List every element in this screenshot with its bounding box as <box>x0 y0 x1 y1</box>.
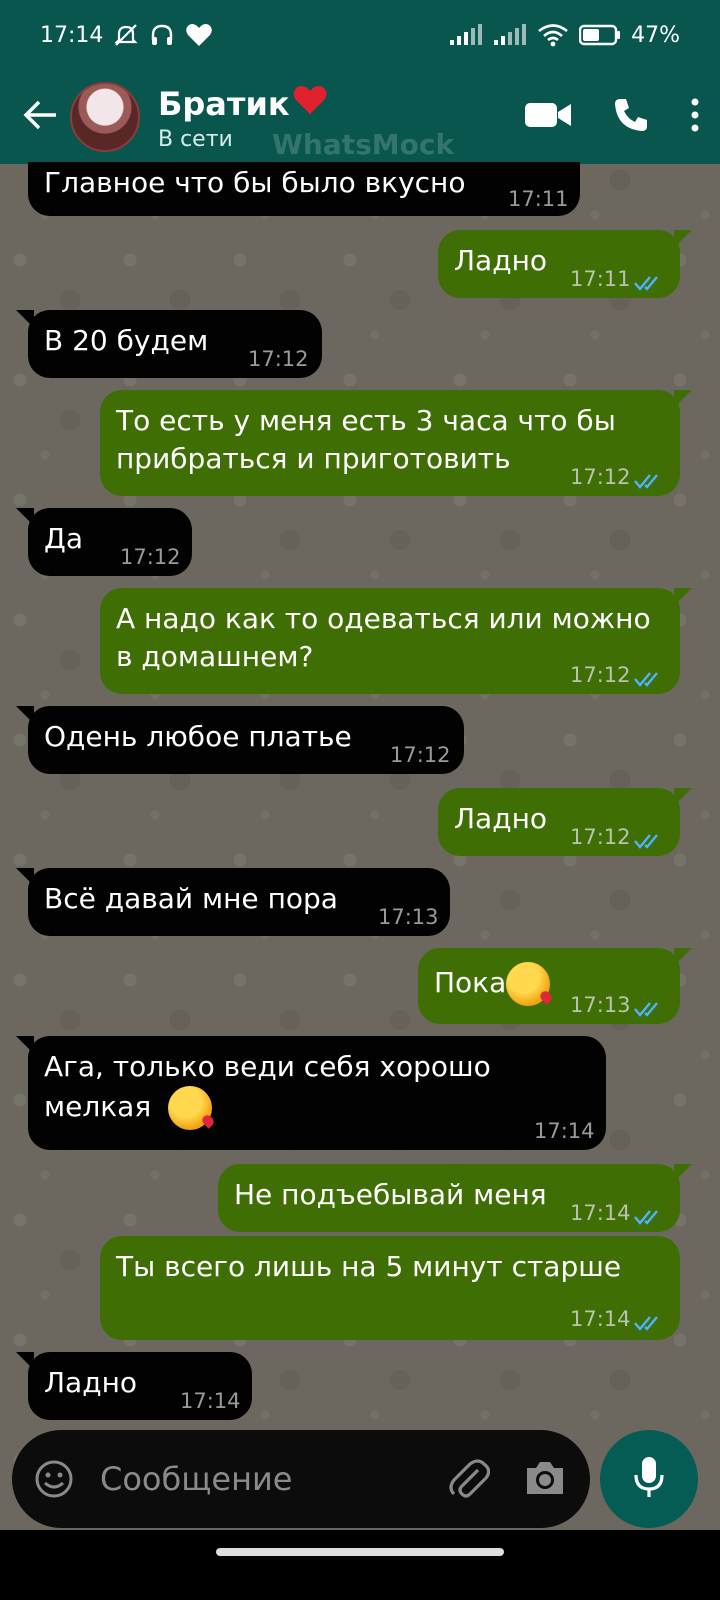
message-bubble-incoming[interactable]: Всё давай мне пора 17:13 <box>16 868 450 936</box>
contact-name: Братик <box>158 84 290 123</box>
mic-icon <box>632 1455 666 1503</box>
read-ticks-icon <box>634 1304 664 1342</box>
message-text: Одень любое платье <box>44 720 352 753</box>
message-time: 17:14 <box>570 1201 631 1225</box>
back-arrow-icon <box>22 99 58 135</box>
message-bubble-incoming[interactable]: Ага, только веди себя хорошо мелкая 17:1… <box>16 1036 606 1150</box>
battery-icon <box>579 24 621 46</box>
message-bubble-outgoing[interactable]: Ты всего лишь на 5 минут старше 17:14 <box>100 1236 680 1340</box>
message-time: 17:13 <box>570 993 631 1017</box>
system-nav-bar <box>0 1530 720 1600</box>
bell-off-icon <box>113 22 139 48</box>
message-text-line: То есть у меня есть 3 часа что бы <box>116 404 616 437</box>
watermark: WhatsMock <box>272 128 455 161</box>
message-time: 17:13 <box>378 905 439 929</box>
message-text: Ладно <box>44 1366 138 1399</box>
attach-icon[interactable] <box>448 1458 491 1504</box>
message-text-line: прибраться и приготовить <box>116 442 511 475</box>
message-time: 17:12 <box>248 347 309 371</box>
message-input[interactable]: Сообщение <box>100 1460 292 1498</box>
red-heart-icon <box>292 83 328 125</box>
message-bubble-incoming[interactable]: В 20 будем 17:12 <box>16 310 322 378</box>
message-text: Ладно <box>454 802 548 835</box>
message-time: 17:12 <box>570 663 631 687</box>
contact-avatar[interactable] <box>70 82 140 152</box>
message-text: Ты всего лишь на 5 минут старше <box>116 1250 622 1283</box>
message-bubble-incoming[interactable]: Ладно 17:14 <box>16 1352 252 1420</box>
mic-button[interactable] <box>600 1430 698 1528</box>
message-time: 17:11 <box>570 267 631 291</box>
message-bubble-incoming[interactable]: Да 17:12 <box>16 508 192 576</box>
message-time: 17:14 <box>534 1119 595 1143</box>
read-ticks-icon <box>634 660 664 698</box>
status-bar: 17:14 47% <box>0 0 720 70</box>
signal-2-icon <box>493 24 527 46</box>
app-header: 17:14 47% Братик В сети WhatsMock <box>0 0 720 164</box>
message-bubble-incoming[interactable]: Одень любое платье 17:12 <box>16 706 464 774</box>
message-bubble-outgoing[interactable]: То есть у меня есть 3 часа что бы прибра… <box>100 390 692 496</box>
headphones-icon <box>149 22 175 48</box>
message-text: Пока <box>434 966 507 999</box>
camera-icon[interactable] <box>524 1458 566 1502</box>
message-text: Главное что бы было вкусно <box>44 166 466 199</box>
message-text-line: Ага, только веди себя хорошо <box>44 1050 491 1083</box>
kissing-face-emoji <box>168 1086 213 1130</box>
message-text: Да <box>44 522 84 555</box>
message-bubble-incoming[interactable]: Главное что бы было вкусно 17:11 <box>28 162 580 216</box>
message-time: 17:12 <box>120 545 181 569</box>
back-button[interactable] <box>10 87 70 147</box>
message-text-line: мелкая <box>44 1090 152 1123</box>
message-time: 17:12 <box>390 743 451 767</box>
emoji-icon[interactable] <box>34 1459 74 1503</box>
heart-icon <box>185 22 213 48</box>
message-text: Всё давай мне пора <box>44 882 338 915</box>
read-ticks-icon <box>634 1198 664 1236</box>
message-text: Ладно <box>454 244 548 277</box>
message-text-line: А надо как то одеваться или можно <box>116 602 651 635</box>
message-text: Не подъебывай меня <box>234 1178 547 1211</box>
message-bubble-outgoing[interactable]: Ладно 17:12 <box>438 788 692 856</box>
wifi-icon <box>537 23 569 47</box>
message-bubble-outgoing[interactable]: А надо как то одеваться или можно в дома… <box>100 588 692 694</box>
message-time: 17:12 <box>570 825 631 849</box>
video-call-icon[interactable] <box>524 100 572 134</box>
message-bubble-outgoing[interactable]: Ладно 17:11 <box>438 230 692 298</box>
battery-percent: 47% <box>631 22 680 48</box>
read-ticks-icon <box>634 264 664 302</box>
message-time: 17:14 <box>180 1389 241 1413</box>
signal-icon <box>449 24 483 46</box>
home-gesture-handle[interactable] <box>216 1548 504 1556</box>
message-text: В 20 будем <box>44 324 209 357</box>
read-ticks-icon <box>634 990 664 1028</box>
more-options-icon[interactable] <box>690 98 700 136</box>
message-time: 17:12 <box>570 465 631 489</box>
read-ticks-icon <box>634 462 664 500</box>
kissing-face-emoji <box>506 962 551 1006</box>
message-time: 17:14 <box>570 1307 631 1331</box>
phone-call-icon[interactable] <box>612 96 650 138</box>
message-time: 17:11 <box>508 187 569 211</box>
message-bubble-outgoing[interactable]: Не подъебывай меня 17:14 <box>218 1164 692 1232</box>
message-input-bar: Сообщение <box>12 1430 590 1528</box>
read-ticks-icon <box>634 822 664 860</box>
status-time: 17:14 <box>40 22 104 48</box>
message-bubble-outgoing[interactable]: Пока 17:13 <box>418 948 692 1024</box>
